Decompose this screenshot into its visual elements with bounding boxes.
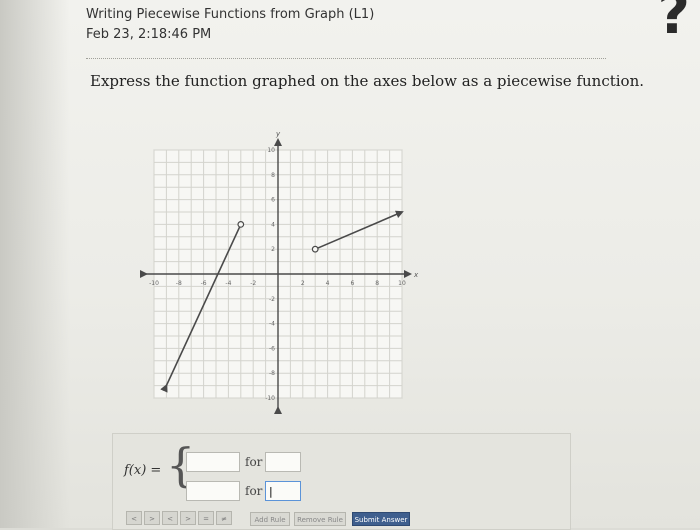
greater-equal-button[interactable]: > [180, 511, 196, 525]
y-tick-label: -6 [269, 345, 275, 352]
less-equal-button[interactable]: < [162, 511, 178, 525]
piece-2-condition-input[interactable] [265, 481, 301, 501]
y-tick-label: 2 [271, 246, 275, 253]
x-tick-label: -2 [250, 280, 256, 287]
x-tick-label: 8 [375, 280, 379, 287]
y-tick-label: 4 [271, 221, 275, 228]
function-label: f(x) = [124, 463, 162, 478]
x-tick-label: 2 [301, 280, 305, 287]
piece-1-expression-input[interactable] [186, 452, 240, 472]
less-than-button[interactable]: < [126, 511, 142, 525]
x-axis-label: x [413, 271, 419, 279]
y-tick-label: 6 [271, 197, 275, 204]
piece-2-expression-input[interactable] [186, 481, 240, 501]
x-tick-label: 4 [326, 280, 330, 287]
y-tick-label: 8 [271, 172, 275, 179]
remove-rule-button[interactable]: Remove Rule [294, 512, 346, 526]
x-tick-label: -10 [149, 280, 159, 287]
x-tick-label: 6 [350, 280, 354, 287]
x-tick-label: 10 [398, 280, 406, 287]
add-rule-button[interactable]: Add Rule [250, 512, 290, 526]
not-equal-button[interactable]: ≠ [216, 511, 232, 525]
piece-2-for-label: for [245, 484, 263, 498]
piece-1-for-label: for [245, 455, 263, 469]
y-tick-label: 10 [267, 147, 275, 154]
x-tick-label: -8 [176, 280, 182, 287]
submit-answer-button[interactable]: Submit Answer [352, 512, 410, 526]
piece-1-condition-input[interactable] [265, 452, 301, 472]
greater-than-button[interactable]: > [144, 511, 160, 525]
y-tick-label: -8 [269, 370, 275, 377]
y-tick-label: -10 [265, 395, 275, 402]
x-tick-label: -4 [225, 280, 231, 287]
y-axis-label: y [275, 130, 281, 138]
x-tick-label: -6 [201, 280, 207, 287]
series-1-open-endpoint [237, 220, 245, 228]
y-tick-label: -4 [269, 321, 275, 328]
equal-button[interactable]: = [198, 511, 214, 525]
y-tick-label: -2 [269, 296, 275, 303]
series-2-open-endpoint [311, 245, 319, 253]
